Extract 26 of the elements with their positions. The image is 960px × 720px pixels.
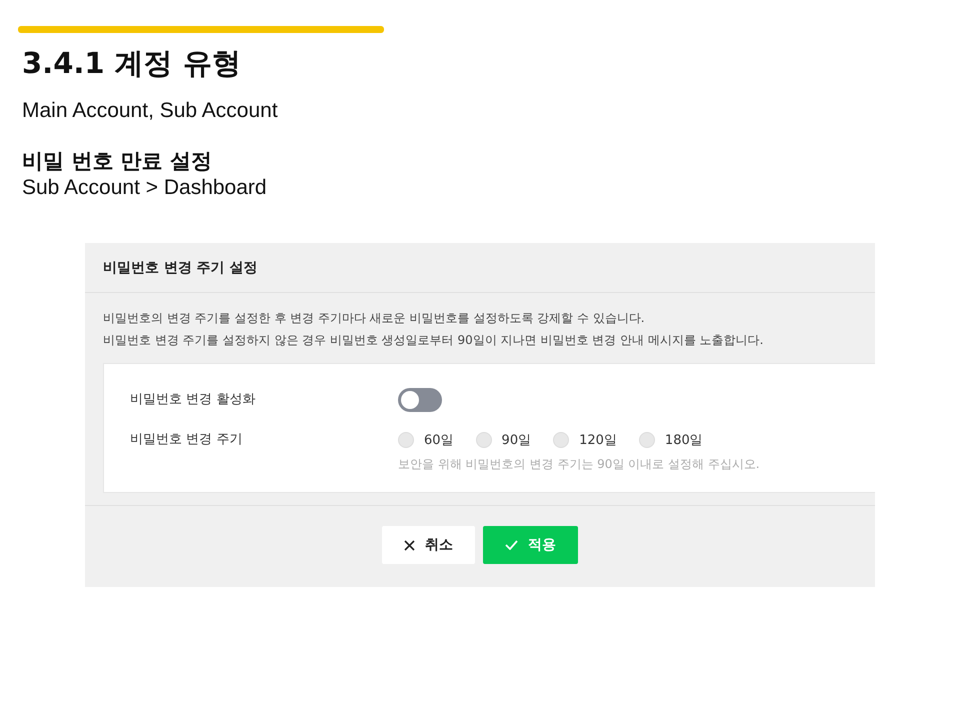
radio-option[interactable]: 120일 [553,431,617,449]
breadcrumb: Sub Account > Dashboard [22,175,268,201]
toggle-switch[interactable] [398,388,442,412]
hint-text: 보안을 위해 비밀번호의 변경 주기는 90일 이내로 설정해 주십시오. [398,456,761,473]
subtitle: Main Account, Sub Account [22,98,279,124]
slide-title: 3.4.1 계정 유형 [22,45,242,82]
radio-button[interactable] [553,432,570,448]
section-heading: 비밀 번호 만료 설정 [22,148,213,174]
radio-label: 90일 [502,432,532,449]
radio-button[interactable] [476,432,492,448]
check-icon [505,540,518,550]
toggle-label: 비밀번호 변경 활성화 [130,391,256,409]
radio-label: 60일 [424,432,454,449]
radio-option[interactable]: 60일 [398,431,454,449]
radio-button[interactable] [638,432,655,448]
radio-option[interactable]: 180일 [638,431,703,449]
radio-button[interactable] [398,432,414,448]
radio-label: 120일 [579,432,617,449]
close-icon [404,540,415,550]
description-text: 비밀번호 변경 주기를 설정하지 않은 경우 비밀번호 생성일로부터 90일이 지나면 비밀번호 변경 안내 메시지를 노출합니다. [103,332,764,349]
cancel-button[interactable]: 취소 [382,526,475,564]
description-text: 비밀번호의 변경 주기를 설정한 후 변경 주기마다 새로운 비밀번호를 설정하도록 강제할 수 있습니다. [103,310,646,327]
radio-label: 180일 [664,432,703,449]
cycle-label: 비밀번호 변경 주기 [130,431,244,449]
panel-title: 비밀번호 변경 주기 설정 [85,243,875,293]
radio-option[interactable]: 90일 [476,431,532,449]
